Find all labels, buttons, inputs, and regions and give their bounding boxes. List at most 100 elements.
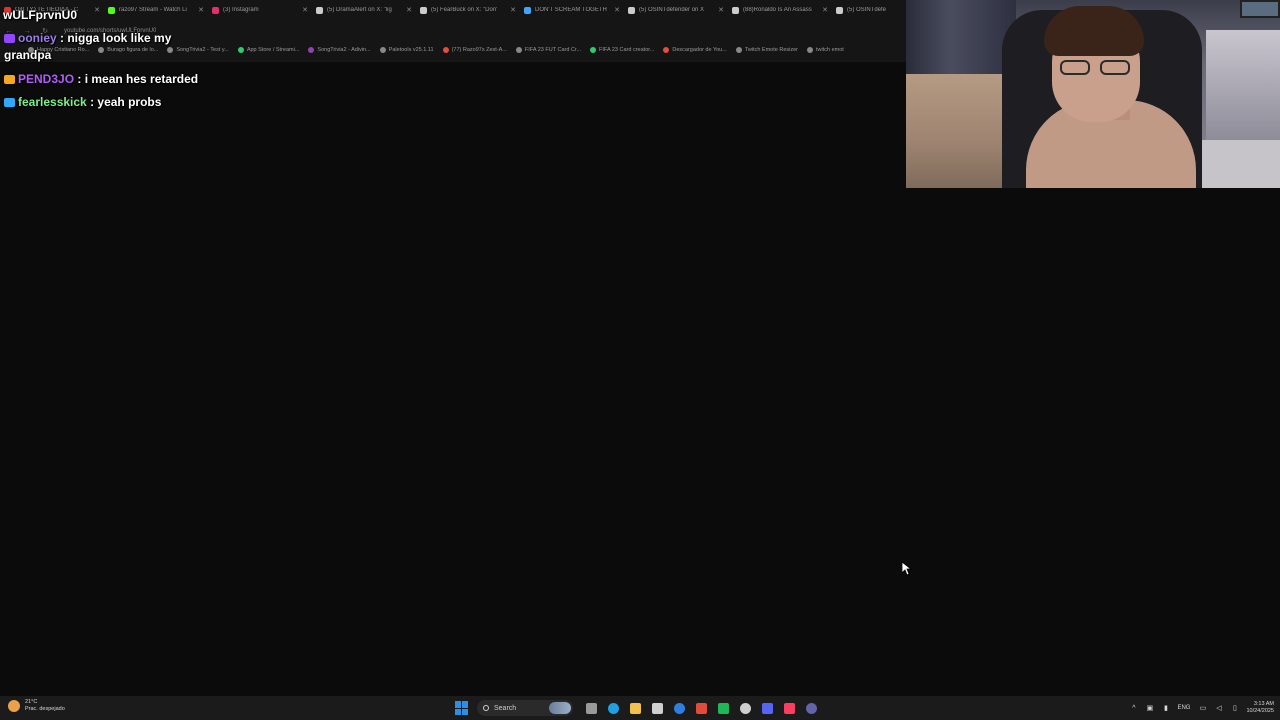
- bookmark-label: (77) Razo97s Zest-A...: [451, 47, 507, 53]
- bookmark-label: FIFA 23 Card creator...: [599, 47, 655, 53]
- bookmark-item[interactable]: App Store / Streami...: [237, 47, 300, 53]
- task-view-icon[interactable]: [583, 700, 599, 716]
- file-explorer-icon[interactable]: [627, 700, 643, 716]
- tab-favicon-icon: [316, 6, 323, 14]
- bookmark-favicon-icon: [379, 47, 386, 53]
- weather-icon: [8, 700, 20, 712]
- start-button[interactable]: [455, 701, 469, 715]
- weather-temp: 21°C: [25, 699, 38, 705]
- tab-label: (88)Ronaldo Is An Assass: [743, 7, 812, 13]
- close-tab-icon[interactable]: ✕: [718, 6, 724, 14]
- bookmark-favicon-icon: [807, 47, 813, 53]
- close-tab-icon[interactable]: ✕: [406, 6, 412, 14]
- bookmark-item[interactable]: Twitch Emote Resizer: [735, 47, 798, 53]
- bookmark-favicon-icon: [308, 47, 315, 53]
- bookmark-label: App Store / Streami...: [246, 47, 300, 53]
- taskbar: 21°C Prac. despejado Search ^ ▣ ▮ ENG ▭ …: [0, 696, 1280, 720]
- browser-tab[interactable]: (5) OSINTdefender on X ✕: [624, 0, 728, 20]
- obs-icon[interactable]: [737, 700, 753, 716]
- chat-username: PEND3JO: [18, 72, 75, 86]
- bookmark-favicon-icon: [515, 47, 522, 53]
- discord-icon[interactable]: [759, 700, 775, 716]
- bookmark-label: SongTrivia2 - Adivin...: [317, 47, 371, 53]
- bookmark-label: twitch emot: [816, 47, 844, 53]
- store-icon[interactable]: [649, 700, 665, 716]
- close-tab-icon[interactable]: ✕: [614, 6, 620, 14]
- taskbar-apps: Search: [455, 698, 825, 718]
- bookmark-item[interactable]: (77) Razo97s Zest-A...: [442, 47, 507, 53]
- bookmark-item[interactable]: FIFA 23 FUT Card Cr...: [515, 47, 582, 53]
- close-tab-icon[interactable]: ✕: [822, 6, 828, 14]
- chevron-up-icon[interactable]: ^: [1129, 704, 1138, 713]
- browser-tab[interactable]: DON'T SCREAM TOGETH ✕: [520, 0, 624, 20]
- chat-badge-icon: [4, 98, 15, 108]
- bookmark-label: FIFA 23 FUT Card Cr...: [524, 47, 582, 53]
- overlay-url-text: wULFprvnU0: [3, 8, 78, 22]
- bookmark-label: Paletools v25.1.11: [388, 47, 434, 53]
- volume-icon[interactable]: ◁: [1214, 704, 1223, 713]
- close-tab-icon[interactable]: ✕: [510, 6, 516, 14]
- clock[interactable]: 3:13 AM 10/24/2025: [1246, 701, 1274, 715]
- browser-tab[interactable]: (5) FearBuck on X: "Don' ✕: [416, 0, 520, 20]
- teams-icon[interactable]: [803, 700, 819, 716]
- search-highlight-icon: [549, 702, 571, 714]
- bookmark-item[interactable]: Descargador de You...: [663, 47, 727, 53]
- tab-favicon-icon: [524, 6, 531, 14]
- bookmark-item[interactable]: twitch emot: [807, 47, 844, 53]
- chat-badge-icon: [4, 75, 15, 85]
- tab-favicon-icon: [628, 6, 635, 14]
- browser-tab[interactable]: (88)Ronaldo Is An Assass ✕: [728, 0, 832, 20]
- weather-desc: Prac. despejado: [25, 706, 65, 712]
- network-icon[interactable]: ▣: [1145, 704, 1154, 713]
- tab-bar: Ωιβ ΤΥΣΤΕ ΠΕΩΙΔΑ - C ✕ razo97 Stream - Wat…: [0, 0, 906, 20]
- system-tray: ^ ▣ ▮ ENG ▭ ◁ ▯ 3:13 AM 10/24/2025: [1129, 698, 1274, 718]
- chrome-icon[interactable]: [693, 700, 709, 716]
- browser-tab[interactable]: (5) OSINTdefe✕: [832, 0, 906, 20]
- mail-icon[interactable]: [671, 700, 687, 716]
- search-input[interactable]: Search: [477, 700, 573, 716]
- chat-message: fearlesskick : yeah probs: [4, 94, 161, 111]
- close-tab-icon[interactable]: ✕: [94, 6, 100, 14]
- bookmark-label: Descargador de You...: [672, 47, 727, 53]
- tab-favicon-icon: [836, 6, 843, 14]
- edge-icon[interactable]: [605, 700, 621, 716]
- bookmark-favicon-icon: [442, 47, 449, 53]
- tab-favicon-icon: [108, 6, 115, 14]
- display-icon[interactable]: ▭: [1198, 704, 1207, 713]
- tab-favicon-icon: [420, 6, 427, 14]
- chat-username: fearlesskick: [18, 95, 87, 109]
- tab-label: (5) OSINTdefe: [847, 7, 887, 13]
- clock-date: 10/24/2025: [1246, 708, 1274, 714]
- bookmark-favicon-icon: [590, 47, 597, 53]
- close-tab-icon[interactable]: ✕: [302, 6, 308, 14]
- bookmark-label: Twitch Emote Resizer: [744, 47, 798, 53]
- chat-message: PEND3JO : i mean hes retarded: [4, 71, 198, 88]
- search-icon: [483, 705, 489, 711]
- tab-label: (3) Instagram: [223, 7, 259, 13]
- chat-text: : yeah probs: [86, 95, 162, 109]
- battery-icon[interactable]: ▯: [1230, 704, 1239, 713]
- browser-tab[interactable]: (3) Instagram ✕: [208, 0, 312, 20]
- bookmark-item[interactable]: SongTrivia2 - Adivin...: [308, 47, 371, 53]
- bookmark-item[interactable]: FIFA 23 Card creator...: [590, 47, 654, 53]
- close-tab-icon[interactable]: ✕: [198, 6, 204, 14]
- tab-favicon-icon: [732, 6, 739, 14]
- chat-badge-icon: [4, 34, 15, 44]
- spotify-icon[interactable]: [715, 700, 731, 716]
- weather-widget[interactable]: 21°C Prac. despejado: [8, 699, 65, 713]
- tab-label: razo97 Stream - Watch Li: [119, 7, 187, 13]
- bookmark-item[interactable]: Paletools v25.1.11: [379, 47, 434, 53]
- music-icon[interactable]: [781, 700, 797, 716]
- browser-tab[interactable]: razo97 Stream - Watch Li ✕: [104, 0, 208, 20]
- clock-time: 3:13 AM: [1253, 701, 1274, 707]
- language-indicator[interactable]: ENG: [1177, 705, 1190, 711]
- search-label: Search: [494, 704, 517, 712]
- chat-username: ooniey: [18, 31, 57, 45]
- tab-label: (5) FearBuck on X: "Don': [431, 7, 498, 13]
- bookmark-favicon-icon: [237, 47, 244, 53]
- browser-tab[interactable]: (5) DramaAlert on X: "lig ✕: [312, 0, 416, 20]
- tab-label: (5) OSINTdefender on X: [639, 7, 705, 13]
- mic-icon[interactable]: ▮: [1161, 704, 1170, 713]
- bookmark-favicon-icon: [735, 47, 742, 53]
- tab-favicon-icon: [212, 6, 219, 14]
